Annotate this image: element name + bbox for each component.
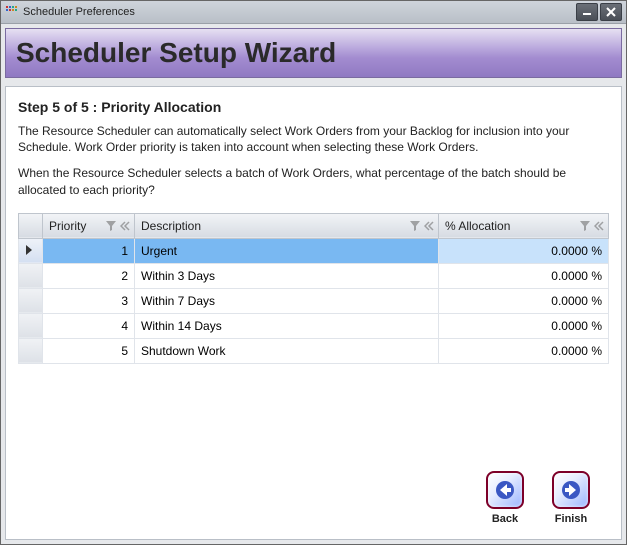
table-row[interactable]: 2Within 3 Days0.0000 % <box>19 263 609 288</box>
column-header-allocation[interactable]: % Allocation <box>439 213 609 238</box>
column-label: % Allocation <box>445 219 510 233</box>
finish-button[interactable]: Finish <box>547 471 595 525</box>
cell-priority[interactable]: 4 <box>43 313 135 338</box>
row-header-blank <box>19 213 43 238</box>
wizard-footer: Back Finish <box>18 463 609 527</box>
wizard-title: Scheduler Setup Wizard <box>16 37 336 69</box>
chevrons-left-icon[interactable] <box>424 221 434 231</box>
cell-allocation[interactable]: 0.0000 % <box>439 288 609 313</box>
content-panel: Step 5 of 5 : Priority Allocation The Re… <box>5 86 622 540</box>
cell-description[interactable]: Shutdown Work <box>135 338 439 363</box>
cell-priority[interactable]: 1 <box>43 238 135 263</box>
filter-icon[interactable] <box>580 221 590 231</box>
filter-icon[interactable] <box>410 221 420 231</box>
row-handle[interactable] <box>19 238 43 263</box>
window-title: Scheduler Preferences <box>23 6 576 18</box>
cell-allocation[interactable]: 0.0000 % <box>439 238 609 263</box>
finish-label: Finish <box>555 513 587 525</box>
table-row[interactable]: 4Within 14 Days0.0000 % <box>19 313 609 338</box>
chevrons-left-icon[interactable] <box>120 221 130 231</box>
intro-paragraph-2: When the Resource Scheduler selects a ba… <box>18 165 609 197</box>
wizard-header: Scheduler Setup Wizard <box>5 28 622 78</box>
close-button[interactable] <box>600 3 622 21</box>
titlebar: Scheduler Preferences <box>1 1 626 24</box>
filter-icon[interactable] <box>106 221 116 231</box>
column-label: Description <box>141 219 201 233</box>
cell-description[interactable]: Within 7 Days <box>135 288 439 313</box>
cell-description[interactable]: Urgent <box>135 238 439 263</box>
step-title: Step 5 of 5 : Priority Allocation <box>18 99 609 115</box>
back-button[interactable]: Back <box>481 471 529 525</box>
chevrons-left-icon[interactable] <box>594 221 604 231</box>
table-row[interactable]: 5Shutdown Work0.0000 % <box>19 338 609 363</box>
back-label: Back <box>492 513 518 525</box>
table-row[interactable]: 1Urgent0.0000 % <box>19 238 609 263</box>
cell-allocation[interactable]: 0.0000 % <box>439 263 609 288</box>
column-header-priority[interactable]: Priority <box>43 213 135 238</box>
app-icon <box>5 5 19 19</box>
titlebar-buttons <box>576 3 622 21</box>
cell-priority[interactable]: 2 <box>43 263 135 288</box>
arrow-left-icon <box>486 471 524 509</box>
row-handle[interactable] <box>19 338 43 363</box>
cell-priority[interactable]: 3 <box>43 288 135 313</box>
row-indicator-icon <box>25 244 36 258</box>
priority-grid[interactable]: Priority Description <box>18 212 609 364</box>
row-handle[interactable] <box>19 288 43 313</box>
intro-paragraph-1: The Resource Scheduler can automatically… <box>18 123 609 155</box>
column-header-description[interactable]: Description <box>135 213 439 238</box>
column-label: Priority <box>49 219 86 233</box>
cell-description[interactable]: Within 14 Days <box>135 313 439 338</box>
table-row[interactable]: 3Within 7 Days0.0000 % <box>19 288 609 313</box>
window-frame: Scheduler Preferences Scheduler Setup Wi… <box>0 0 627 545</box>
cell-description[interactable]: Within 3 Days <box>135 263 439 288</box>
row-handle[interactable] <box>19 263 43 288</box>
minimize-button[interactable] <box>576 3 598 21</box>
row-handle[interactable] <box>19 313 43 338</box>
cell-allocation[interactable]: 0.0000 % <box>439 338 609 363</box>
cell-priority[interactable]: 5 <box>43 338 135 363</box>
arrow-right-icon <box>552 471 590 509</box>
cell-allocation[interactable]: 0.0000 % <box>439 313 609 338</box>
